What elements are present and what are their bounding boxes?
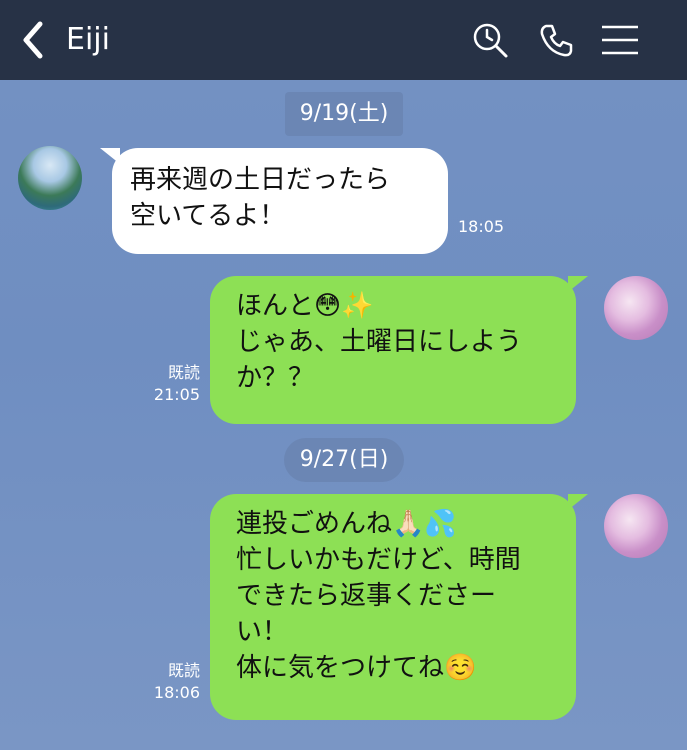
call-button[interactable] — [534, 18, 578, 62]
message-text-line: じゃあ、土曜日にしよう — [236, 327, 523, 357]
message-text-line: 再来週の土日だったら — [130, 165, 391, 195]
user-avatar[interactable] — [604, 494, 668, 558]
search-button[interactable] — [468, 18, 512, 62]
menu-button[interactable] — [598, 18, 642, 62]
back-button[interactable] — [14, 20, 50, 60]
message-text-line: 連投ごめんね🙏🏻💦 — [236, 509, 457, 539]
message-text-line: 忙しいかもだけど、時間 — [236, 545, 521, 575]
outgoing-message-bubble[interactable]: ほんと😳✨ じゃあ、土曜日にしよう か？？ — [210, 276, 588, 424]
message-text-line: ほんと😳✨ — [236, 291, 374, 321]
phone-icon — [540, 24, 573, 57]
outgoing-message-bubble[interactable]: 連投ごめんね🙏🏻💦 忙しいかもだけど、時間 できたら返事くださー い！ 体に気を… — [210, 494, 588, 720]
date-separator: 9/27(日) — [284, 438, 404, 482]
message-text-line: できたら返事くださー — [236, 581, 497, 611]
message-text-line: 体に気をつけてね☺️ — [236, 653, 477, 683]
message-text-line: い！ — [236, 617, 289, 647]
chat-header: Eiji — [0, 0, 687, 80]
search-icon — [473, 23, 508, 58]
date-separator: 9/19(土) — [285, 92, 403, 136]
contact-avatar[interactable] — [18, 146, 82, 210]
user-avatar[interactable] — [604, 276, 668, 340]
message-text-line: 空いてるよ！ — [130, 201, 286, 231]
message-time: 18:05 — [458, 217, 505, 236]
read-status: 既読 — [167, 363, 200, 382]
message-text-line: か？？ — [236, 363, 315, 393]
incoming-message-bubble[interactable]: 再来週の土日だったら 空いてるよ！ — [100, 148, 448, 254]
message-meta: 既読 21:05 — [150, 362, 200, 406]
read-status: 既読 — [167, 661, 200, 680]
chat-area[interactable]: 9/19(土) 再来週の土日だったら 空いてるよ！ 18:05 ほんと😳✨ じゃ… — [0, 80, 687, 750]
message-meta: 既読 18:06 — [150, 660, 200, 704]
message-time: 18:06 — [153, 683, 200, 702]
message-time: 21:05 — [153, 385, 200, 404]
back-chevron-icon — [23, 21, 43, 59]
menu-icon — [602, 25, 638, 55]
chat-title: Eiji — [66, 22, 110, 57]
